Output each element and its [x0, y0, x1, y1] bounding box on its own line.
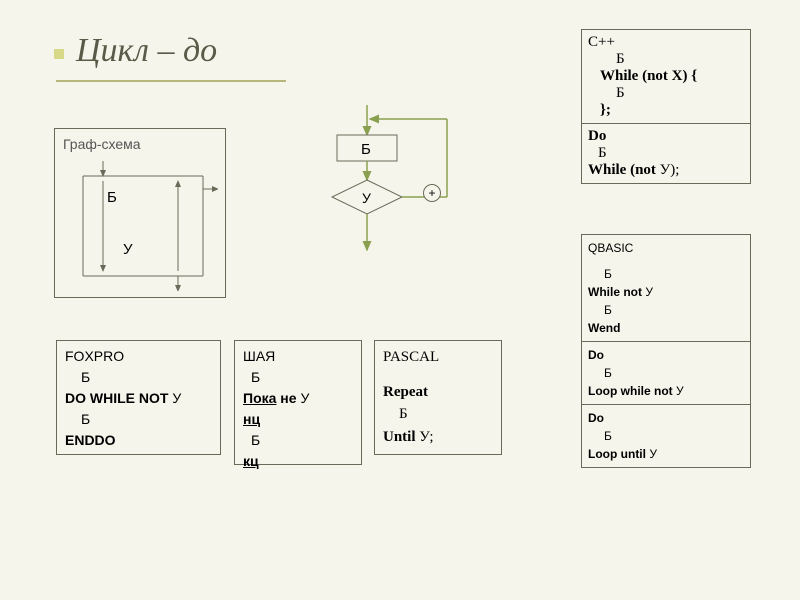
flow-plus-label: +	[423, 184, 441, 202]
graf-schema-label: Граф-схема	[63, 134, 217, 155]
foxpro-l1: Б	[65, 367, 212, 388]
qbasic-c2-l3: Loop while not У	[588, 382, 744, 400]
qbasic-cell-2: Do Б Loop while not У	[581, 341, 751, 405]
cpp-c1-l1: Б	[588, 51, 744, 68]
title-underline	[56, 80, 286, 82]
flow-b-text: Б	[361, 141, 371, 158]
cpp-c2-l2: Б	[588, 145, 744, 162]
shaya-l5: кц	[243, 451, 353, 472]
qbasic-cell-1: QBASIC Б While not У Б Wend	[581, 234, 751, 342]
flow-u-text: У	[362, 190, 371, 206]
pascal-title: PASCAL	[383, 346, 493, 369]
foxpro-l2: DO WHILE NOT У	[65, 388, 212, 409]
qbasic-c1-l1: Б	[588, 265, 744, 283]
qbasic-c3-l2: Б	[588, 427, 744, 445]
cpp-c1-l2: While (not X) {	[588, 68, 744, 85]
shaya-l4: Б	[243, 430, 353, 451]
title-bullet	[54, 49, 64, 59]
qbasic-c3-l1: Do	[588, 409, 744, 427]
qbasic-c1-l4: Wend	[588, 319, 744, 337]
pascal-l2: Б	[383, 403, 493, 426]
foxpro-title: FOXPRO	[65, 346, 212, 367]
pascal-l3: Until У;	[383, 426, 493, 449]
shaya-title: ШАЯ	[243, 346, 353, 367]
graf-b-label: Б	[107, 187, 117, 210]
qbasic-c3-l3: Loop until У	[588, 445, 744, 463]
cpp-c2-l3: While (not У);	[588, 162, 744, 179]
qbasic-box: QBASIC Б While not У Б Wend Do Б Loop wh…	[582, 235, 750, 467]
shaya-box: ШАЯ Б Пока не У нц Б кц	[234, 340, 362, 465]
qbasic-cell-3: Do Б Loop until У	[581, 404, 751, 468]
graf-schema-diagram	[63, 161, 218, 291]
cpp-cell-1: C++ Б While (not X) { Б };	[581, 29, 751, 124]
graf-u-label: У	[123, 239, 133, 262]
cpp-c1-l4: };	[588, 102, 744, 119]
cpp-cell-2: Do Б While (not У);	[581, 123, 751, 184]
cpp-c2-l1: Do	[588, 128, 744, 145]
pascal-l1: Repeat	[383, 381, 493, 404]
cpp-box: C++ Б While (not X) { Б }; Do Б While (n…	[582, 30, 750, 183]
qbasic-c2-l1: Do	[588, 346, 744, 364]
page-title: Цикл – до	[76, 32, 217, 70]
shaya-l2: Пока не У	[243, 388, 353, 409]
foxpro-l4: ENDDO	[65, 430, 212, 451]
cpp-c1-l3: Б	[588, 85, 744, 102]
pascal-box: PASCAL Repeat Б Until У;	[374, 340, 502, 455]
flowchart-diagram	[282, 105, 472, 285]
shaya-l3: нц	[243, 409, 353, 430]
graf-schema-box: Граф-схема Б У	[54, 128, 226, 298]
qbasic-c2-l2: Б	[588, 364, 744, 382]
qbasic-c1-l3: Б	[588, 301, 744, 319]
qbasic-title: QBASIC	[588, 239, 744, 257]
qbasic-c1-l2: While not У	[588, 283, 744, 301]
foxpro-box: FOXPRO Б DO WHILE NOT У Б ENDDO	[56, 340, 221, 455]
cpp-title: C++	[588, 34, 744, 51]
shaya-l1: Б	[243, 367, 353, 388]
foxpro-l3: Б	[65, 409, 212, 430]
